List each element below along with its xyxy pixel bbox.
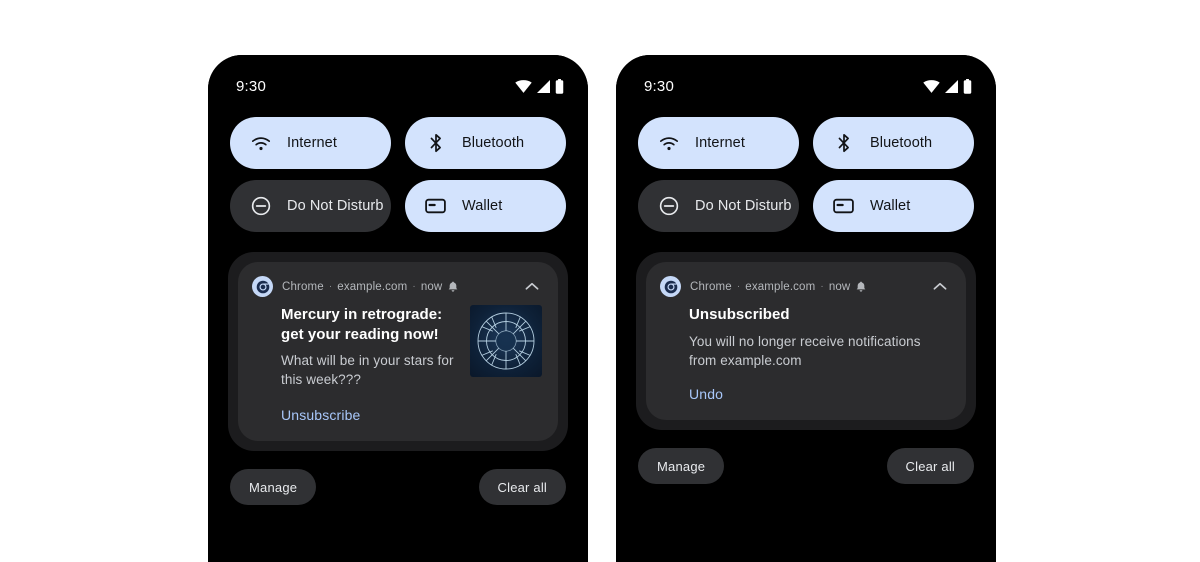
notification-actions: Unsubscribe [252, 407, 542, 425]
quick-settings-grid: Internet Bluetooth Do Not Disturb Wallet [208, 117, 588, 232]
qs-tile-label: Bluetooth [870, 135, 933, 151]
qs-tile-bluetooth[interactable]: Bluetooth [405, 117, 566, 169]
notification-meta: Chrome · example.com · now [690, 281, 866, 293]
do-not-disturb-icon [250, 196, 271, 217]
bell-icon [448, 281, 458, 292]
notification-header: Chrome · example.com · now [252, 276, 542, 297]
shade-footer: Manage Clear all [208, 469, 588, 505]
notification-source: example.com [745, 280, 816, 293]
wifi-icon [515, 79, 532, 93]
qs-tile-label: Wallet [462, 198, 503, 214]
phone-after: 9:30 Internet Bluetooth Do Not Disturb W… [616, 55, 996, 562]
wallet-icon [833, 196, 854, 217]
chevron-up-icon[interactable] [930, 277, 950, 297]
notification-title: Unsubscribed [689, 306, 790, 323]
notification-text-block: Unsubscribed You will no longer receive … [689, 305, 950, 370]
bluetooth-icon [425, 133, 446, 154]
qs-tile-bluetooth[interactable]: Bluetooth [813, 117, 974, 169]
qs-tile-label: Wallet [870, 198, 911, 214]
wifi-icon [923, 79, 940, 93]
manage-button[interactable]: Manage [230, 469, 317, 505]
phone-before: 9:30 Internet Bluetooth Do Not Disturb W… [208, 55, 588, 562]
notification-card[interactable]: Chrome · example.com · now [238, 262, 558, 441]
qs-tile-wallet[interactable]: Wallet [405, 180, 566, 232]
meta-separator: · [328, 281, 333, 292]
chrome-app-icon [660, 276, 681, 297]
notification-source: example.com [337, 280, 408, 293]
manage-button[interactable]: Manage [638, 448, 725, 484]
phone-screen-before: 9:30 Internet Bluetooth Do Not Disturb W… [208, 55, 588, 562]
status-bar-clock: 9:30 [236, 77, 266, 95]
undo-button[interactable]: Undo [689, 386, 723, 402]
notification-message: You will no longer receive notifications… [689, 334, 921, 368]
meta-separator: · [412, 281, 416, 292]
notification-body: Mercury in retrograde: get your reading … [252, 305, 542, 389]
status-bar: 9:30 [208, 55, 588, 117]
bluetooth-icon [833, 133, 854, 154]
shade-footer: Manage Clear all [616, 448, 996, 484]
notification-shade: Chrome · example.com · now [636, 252, 976, 430]
qs-tile-label: Bluetooth [462, 135, 525, 151]
cellular-signal-icon [536, 79, 551, 93]
notification-time: now [420, 280, 443, 293]
do-not-disturb-icon [658, 196, 679, 217]
qs-tile-do-not-disturb[interactable]: Do Not Disturb [638, 180, 799, 232]
notification-body: Unsubscribed You will no longer receive … [660, 305, 950, 370]
notification-header: Chrome · example.com · now [660, 276, 950, 297]
status-bar-icons [515, 78, 564, 94]
wallet-icon [425, 196, 446, 217]
status-bar-clock: 9:30 [644, 77, 674, 95]
qs-tile-label: Do Not Disturb [695, 198, 792, 214]
meta-separator: · [736, 281, 741, 292]
notification-time: now [828, 280, 851, 293]
bell-icon [856, 281, 866, 292]
qs-tile-label: Internet [287, 135, 337, 151]
notification-meta: Chrome · example.com · now [282, 281, 458, 293]
notification-title: Mercury in retrograde: get your reading … [281, 306, 443, 343]
status-bar-icons [923, 78, 972, 94]
qs-tile-wallet[interactable]: Wallet [813, 180, 974, 232]
battery-icon [963, 78, 972, 94]
clear-all-button[interactable]: Clear all [886, 448, 974, 484]
qs-tile-internet[interactable]: Internet [638, 117, 799, 169]
quick-settings-grid: Internet Bluetooth Do Not Disturb Wallet [616, 117, 996, 232]
notification-app-name: Chrome [282, 280, 324, 293]
wifi-icon [658, 133, 679, 154]
meta-separator: · [820, 281, 824, 292]
unsubscribe-button[interactable]: Unsubscribe [281, 407, 360, 423]
cellular-signal-icon [944, 79, 959, 93]
notification-shade: Chrome · example.com · now [228, 252, 568, 451]
qs-tile-do-not-disturb[interactable]: Do Not Disturb [230, 180, 391, 232]
chrome-app-icon [252, 276, 273, 297]
notification-app-name: Chrome [690, 280, 732, 293]
notification-message: What will be in your stars for this week… [281, 353, 454, 387]
zodiac-wheel-image [470, 305, 542, 377]
battery-icon [555, 78, 564, 94]
wifi-icon [250, 133, 271, 154]
chevron-up-icon[interactable] [522, 277, 542, 297]
notification-actions: Undo [660, 386, 950, 404]
qs-tile-internet[interactable]: Internet [230, 117, 391, 169]
qs-tile-label: Internet [695, 135, 745, 151]
qs-tile-label: Do Not Disturb [287, 198, 384, 214]
notification-card[interactable]: Chrome · example.com · now [646, 262, 966, 420]
notification-text-block: Mercury in retrograde: get your reading … [281, 305, 456, 389]
phone-screen-after: 9:30 Internet Bluetooth Do Not Disturb W… [616, 55, 996, 562]
screenshot-canvas: 9:30 Internet Bluetooth Do Not Disturb W… [0, 0, 1200, 562]
status-bar: 9:30 [616, 55, 996, 117]
clear-all-button[interactable]: Clear all [478, 469, 566, 505]
